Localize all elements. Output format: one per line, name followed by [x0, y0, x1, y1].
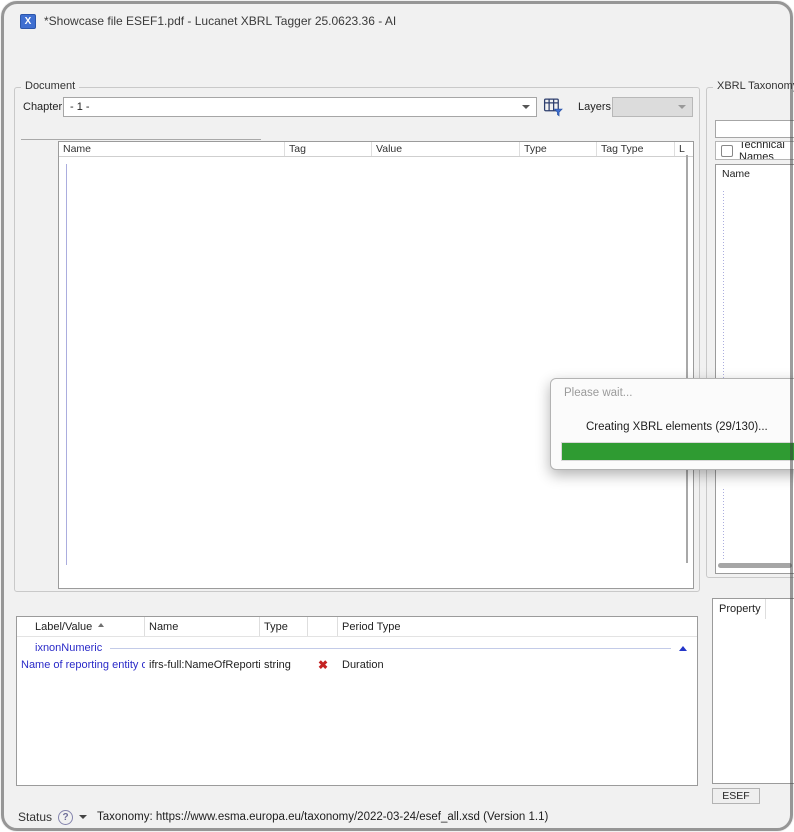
tag-group-label: ixnonNumeric [35, 642, 102, 654]
progress-bar-fill [562, 443, 794, 460]
column-header-name[interactable]: Name [145, 617, 260, 636]
tab-underline [21, 139, 261, 140]
window-title: *Showcase file ESEF1.pdf - Lucanet XBRL … [44, 14, 396, 28]
chapter-select[interactable]: - 1 - [63, 97, 537, 117]
layers-select [612, 97, 693, 117]
please-wait-dialog: Please wait... Creating XBRL elements (2… [550, 378, 794, 470]
tree-dotted-line [723, 191, 724, 392]
tab-esef[interactable]: ESEF [712, 788, 760, 804]
tags-table: Label/Value Name Type Period Type ixnonN… [16, 616, 698, 786]
tag-row[interactable]: Name of reporting entity o... ifrs-full:… [17, 657, 697, 672]
technical-names-checkbox[interactable] [721, 145, 733, 157]
xbrl-taxonomy-group-label: XBRL Taxonomy [713, 80, 794, 92]
column-header-type[interactable]: Type [520, 142, 597, 156]
tag-name: ifrs-full:NameOfReporting... [145, 657, 260, 672]
chapter-value: - 1 - [70, 101, 90, 113]
app-icon: X [20, 14, 36, 29]
properties-table: Property [712, 598, 794, 784]
column-header-type[interactable]: Type [260, 617, 308, 636]
column-header-tag[interactable]: Tag [285, 142, 372, 156]
chevron-down-icon [678, 105, 686, 109]
taxonomy-status-text: Taxonomy: https://www.esma.europa.eu/tax… [97, 811, 548, 823]
chevron-down-icon[interactable] [79, 815, 87, 819]
column-header-property[interactable]: Property [713, 599, 766, 619]
tree-connector-line [66, 164, 67, 565]
status-label: Status [18, 810, 52, 824]
app-window: X *Showcase file ESEF1.pdf - Lucanet XBR… [0, 0, 794, 832]
error-x-icon: ✖ [318, 658, 328, 672]
column-header-value[interactable]: Value [372, 142, 520, 156]
help-icon[interactable]: ? [58, 810, 73, 825]
dialog-message: Creating XBRL elements (29/130)... [586, 421, 768, 433]
taxonomy-tree: Name [715, 164, 794, 574]
table-filter-button[interactable] [542, 96, 564, 117]
tree-column-header: Name [722, 168, 750, 180]
column-header-tag-type[interactable]: Tag Type [597, 142, 675, 156]
tagging-table-rows [59, 157, 693, 588]
technical-names-label: Technical Names [739, 141, 794, 160]
sort-ascending-icon [98, 623, 104, 627]
table-vertical-scrollbar[interactable] [686, 155, 688, 563]
group-divider-line [110, 648, 671, 649]
document-panel: Document Chapter: - 1 - Layers: Name Tag… [14, 87, 700, 592]
tags-table-header: Label/Value Name Type Period Type [17, 617, 697, 637]
column-header-period-type[interactable]: Period Type [338, 617, 697, 636]
chevron-down-icon [522, 105, 530, 109]
taxonomy-search-input[interactable] [715, 120, 794, 138]
document-group-label: Document [21, 80, 79, 92]
dialog-title: Please wait... [564, 387, 632, 399]
progress-bar [561, 442, 794, 461]
technical-names-checkbox-row[interactable]: Technical Names [715, 141, 794, 160]
column-header-label[interactable]: L [675, 142, 693, 156]
tagging-table: Name Tag Value Type Tag Type L [58, 141, 694, 589]
table-filter-icon [542, 96, 564, 117]
tree-dotted-line [723, 489, 724, 561]
status-bar: Status ? Taxonomy: https://www.esma.euro… [18, 808, 548, 826]
tag-group-row[interactable]: ixnonNumeric [17, 641, 697, 655]
tag-type: string [260, 657, 308, 672]
chapter-label: Chapter: [23, 101, 65, 113]
tag-label-link[interactable]: Name of reporting entity o... [17, 657, 145, 672]
column-header-name[interactable]: Name [59, 142, 285, 156]
title-bar: X *Showcase file ESEF1.pdf - Lucanet XBR… [20, 12, 396, 30]
column-header-icon[interactable] [308, 617, 338, 636]
tree-horizontal-scrollbar[interactable] [718, 563, 792, 568]
column-header-label-value[interactable]: Label/Value [17, 617, 145, 636]
tag-period-type: Duration [338, 657, 697, 672]
collapse-group-icon[interactable] [679, 646, 687, 651]
xbrl-taxonomy-panel: XBRL Taxonomy Technical Names Name [706, 87, 794, 578]
layers-label: Layers: [578, 101, 614, 113]
tagging-table-header: Name Tag Value Type Tag Type L [59, 142, 693, 157]
